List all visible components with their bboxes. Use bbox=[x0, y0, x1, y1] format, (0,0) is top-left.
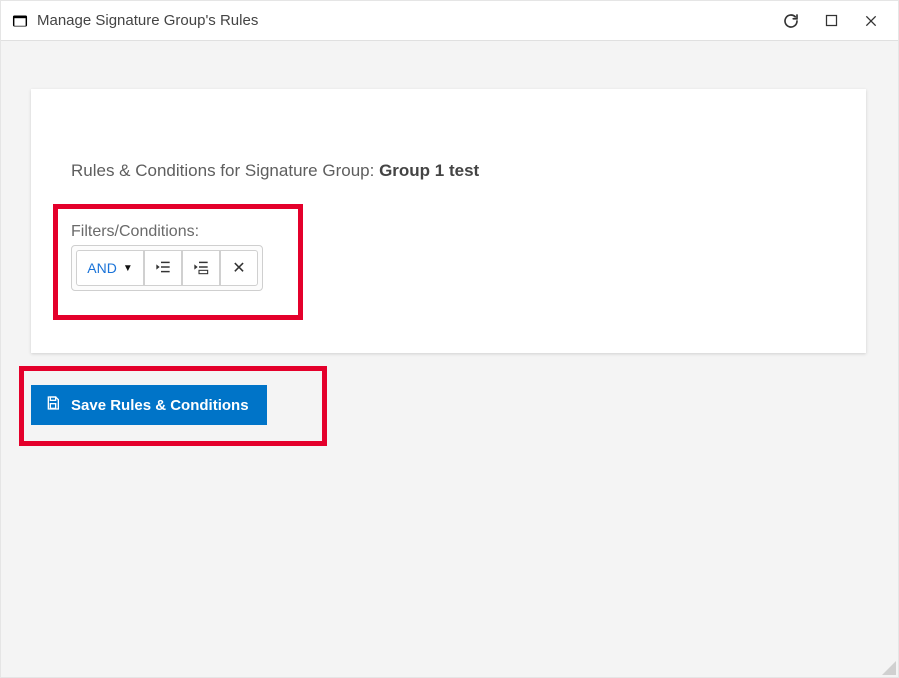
save-button-label: Save Rules & Conditions bbox=[71, 397, 249, 414]
card-heading: Rules & Conditions for Signature Group: … bbox=[71, 161, 479, 181]
filters-label: Filters/Conditions: bbox=[71, 223, 199, 241]
window-title: Manage Signature Group's Rules bbox=[37, 12, 772, 29]
window-root: Manage Signature Group's Rules bbox=[0, 0, 899, 678]
indent-right-icon bbox=[155, 259, 171, 278]
add-condition-button[interactable] bbox=[144, 250, 182, 286]
window-buttons bbox=[780, 10, 888, 32]
save-icon bbox=[45, 395, 61, 415]
operator-label: AND bbox=[87, 260, 117, 276]
filter-toolbar: AND ▼ bbox=[71, 245, 263, 291]
remove-condition-button[interactable]: ✕ bbox=[220, 250, 258, 286]
indent-group-icon bbox=[193, 259, 209, 278]
caret-down-icon: ▼ bbox=[123, 263, 133, 274]
group-name: Group 1 test bbox=[379, 161, 479, 180]
resize-grip[interactable] bbox=[882, 661, 896, 675]
save-rules-button[interactable]: Save Rules & Conditions bbox=[31, 385, 267, 425]
heading-prefix: Rules & Conditions for Signature Group: bbox=[71, 161, 379, 180]
add-group-button[interactable] bbox=[182, 250, 220, 286]
content-area: Rules & Conditions for Signature Group: … bbox=[1, 41, 898, 677]
window-icon bbox=[11, 12, 29, 30]
close-icon[interactable] bbox=[860, 10, 882, 32]
refresh-icon[interactable] bbox=[780, 10, 802, 32]
title-bar: Manage Signature Group's Rules bbox=[1, 1, 898, 41]
rules-card: Rules & Conditions for Signature Group: … bbox=[31, 89, 866, 353]
maximize-icon[interactable] bbox=[820, 10, 842, 32]
operator-dropdown[interactable]: AND ▼ bbox=[76, 250, 144, 286]
x-icon: ✕ bbox=[232, 258, 245, 278]
